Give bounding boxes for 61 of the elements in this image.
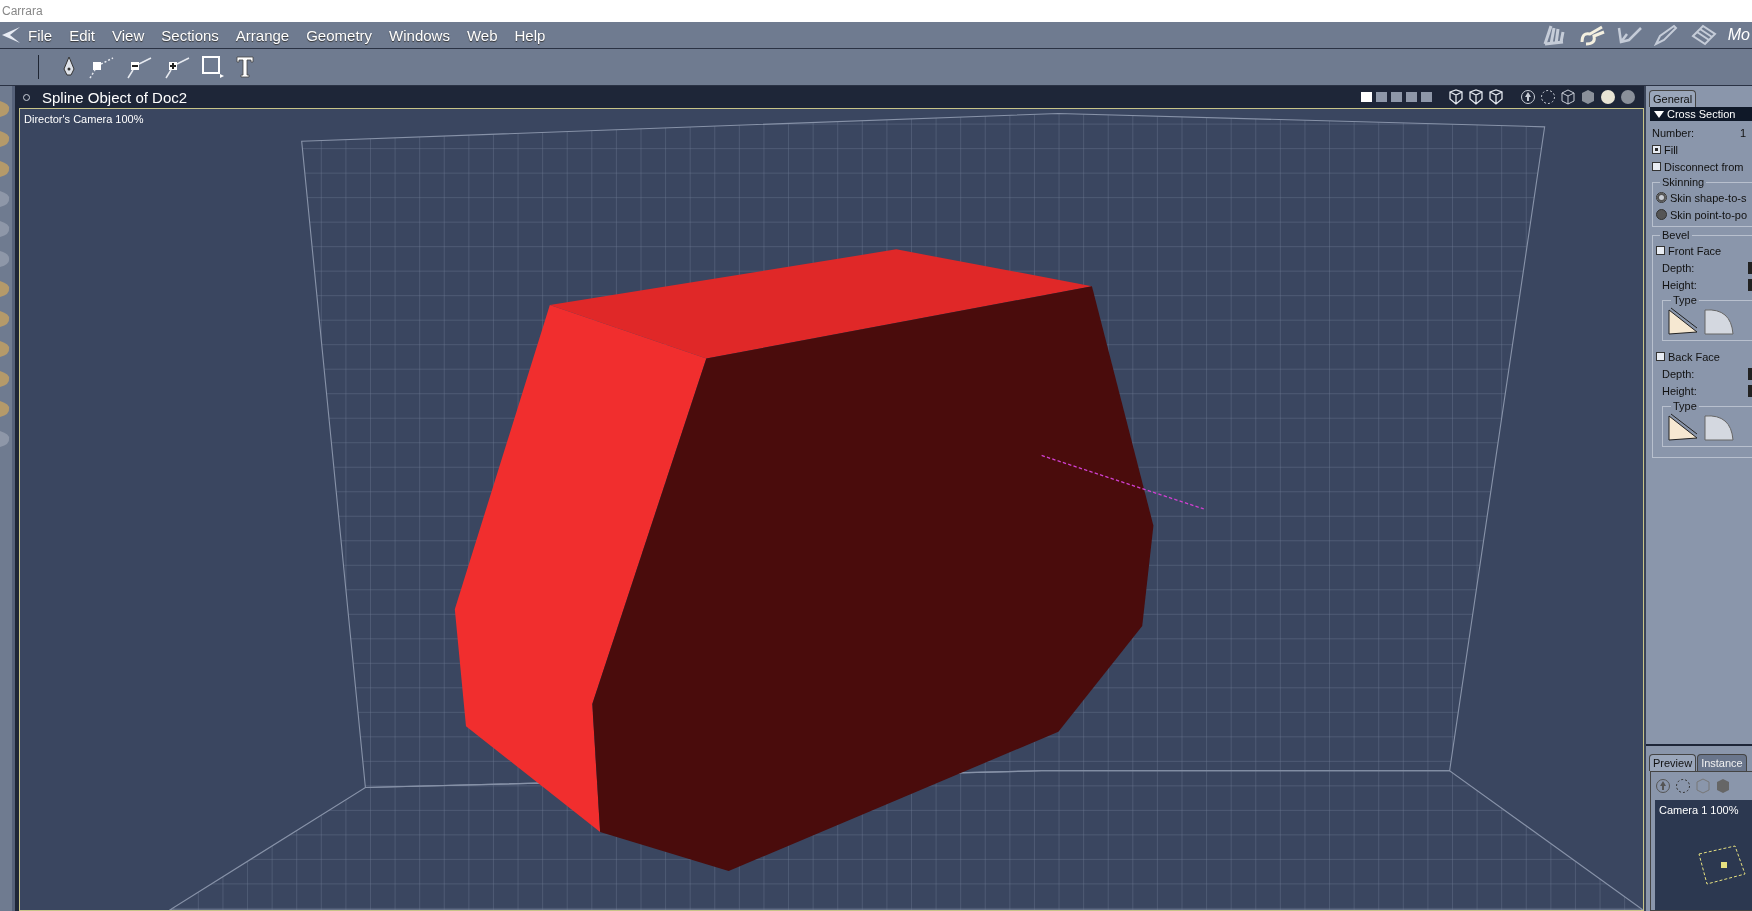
checkbox[interactable] [1656,352,1665,361]
checkbox[interactable] [1656,246,1665,255]
menu-item[interactable]: Sections [161,26,219,44]
section-title: Cross Section [1667,108,1736,120]
field-label: Height: [1662,384,1697,397]
sphere-icon[interactable] [1620,89,1636,105]
cube-view-icon[interactable] [1468,89,1484,105]
flat-bevel-icon[interactable] [1667,412,1699,442]
field-label: Number: [1652,126,1695,139]
menu-item[interactable]: Help [514,26,546,44]
radio-label: Skin point-to-po [1670,208,1748,221]
field-label: Depth: [1662,367,1695,380]
number-value: 1 [1739,126,1746,139]
menu-item[interactable]: File [28,26,53,44]
menu-item[interactable]: View [112,26,145,44]
input-field[interactable] [1748,384,1752,397]
room-label[interactable]: Mo [1727,26,1752,44]
group-title: Type [1671,294,1699,306]
spline-object-drawing[interactable] [454,249,1154,871]
add-point-icon[interactable] [87,54,115,80]
camera-label: Director's Camera 100% [24,113,144,125]
solid-cube-icon[interactable] [1580,89,1596,105]
cube-view-icon[interactable] [1448,89,1464,105]
menu-item[interactable]: Web [466,26,498,44]
checkbox[interactable] [1652,162,1661,171]
window-title: Carrara [2,4,43,18]
group-title: Bevel [1660,229,1692,241]
disclosure-triangle-icon[interactable] [1654,110,1664,118]
input-field[interactable] [1748,261,1752,274]
field-label: Height: [1662,278,1697,291]
camera-label: Camera 1 100% [1659,804,1739,816]
text-tool-icon[interactable] [235,55,255,79]
radio-button[interactable] [1656,209,1667,220]
convert-point-icon[interactable] [163,54,191,80]
checkbox-label: Front Face [1668,244,1722,257]
radio-label: Skin shape-to-s [1670,191,1747,204]
panel-tab[interactable]: Instance [1697,754,1747,771]
dotted-circle-icon[interactable] [1675,778,1691,794]
field-label: Depth: [1662,261,1695,274]
checkbox[interactable] [1652,145,1661,154]
panel-tab[interactable]: Preview [1649,754,1697,771]
checkbox-label: Disconnect from [1664,160,1744,173]
checkbox-label: Back Face [1668,350,1720,363]
general-tab[interactable]: General [1649,90,1697,107]
group-title: Skinning [1660,176,1707,188]
menu-item[interactable]: Edit [69,26,96,44]
menu-item[interactable]: Geometry [306,26,373,44]
rectangle-icon[interactable] [201,55,225,79]
section-header[interactable]: Cross Section [1650,107,1752,121]
radio-button[interactable] [1656,192,1667,203]
shaded-sphere-icon[interactable] [1600,89,1616,105]
menu-item[interactable]: Windows [389,26,450,44]
group-title: Type [1671,400,1699,412]
remove-point-icon[interactable] [125,54,153,80]
checkbox-label: Fill [1664,143,1679,156]
menu-item[interactable]: Arrange [235,26,290,44]
viewport-title: Spline Object of Doc2 [42,88,188,106]
flat-bevel-icon[interactable] [1667,306,1699,336]
input-field[interactable] [1748,367,1752,380]
cube-view-icon[interactable] [1488,89,1504,105]
input-field[interactable] [1748,278,1752,291]
